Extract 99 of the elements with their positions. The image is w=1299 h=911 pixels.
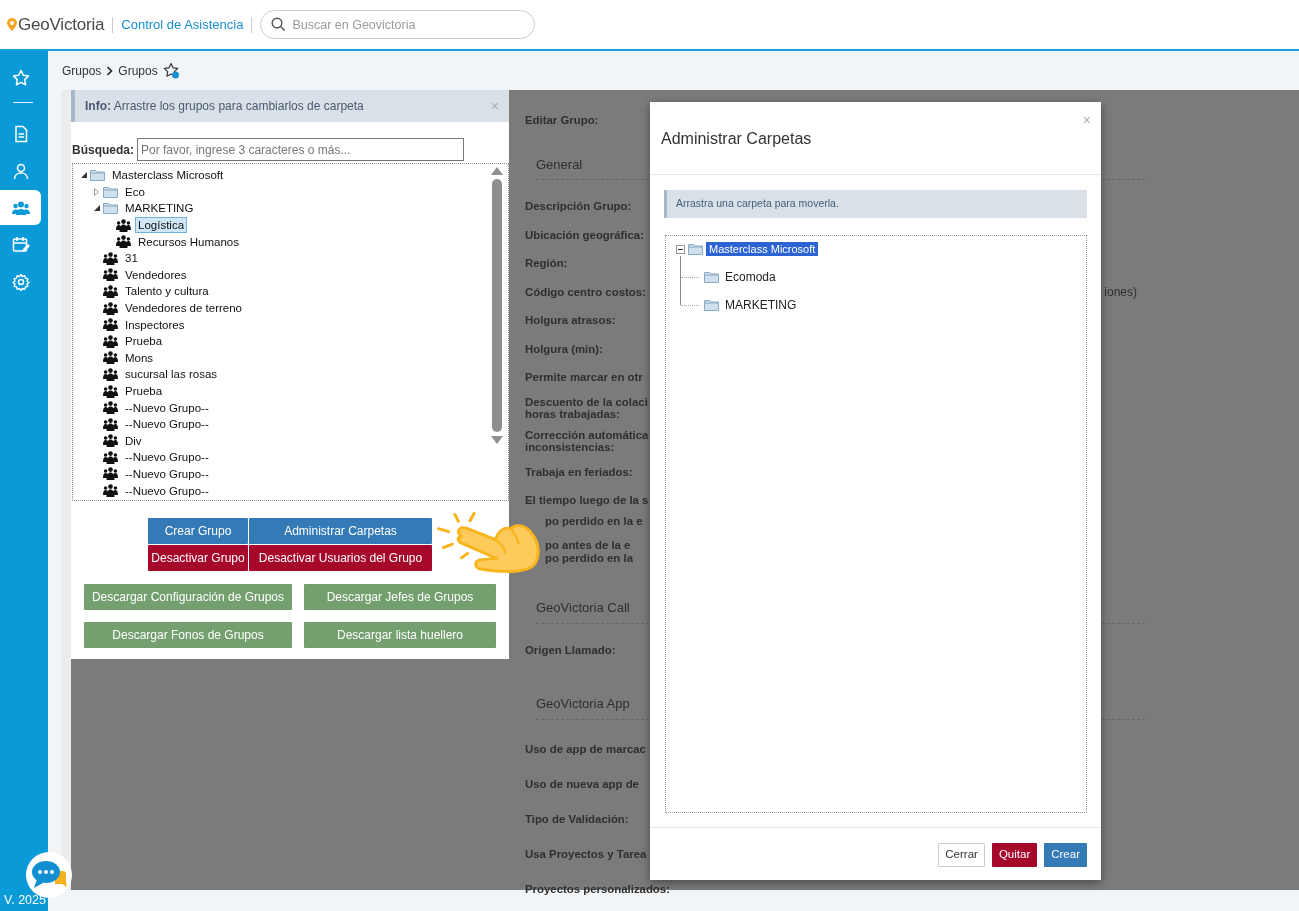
info-alert: Arrastra una carpeta para moverla. [664, 190, 1087, 218]
search-label: Búsqueda: [72, 141, 134, 159]
users-icon [103, 284, 118, 298]
group-label[interactable]: 31 [122, 250, 141, 267]
scrollbar-thumb[interactable] [492, 179, 502, 432]
users-icon [103, 467, 118, 481]
action-button[interactable]: Administrar Carpetas [249, 518, 432, 544]
dialog-button[interactable]: Cerrar [938, 843, 985, 867]
action-button[interactable]: Desactivar Grupo [148, 545, 248, 571]
expand-arrow-icon[interactable] [94, 187, 99, 196]
folder-label[interactable]: MARKETING [722, 298, 800, 312]
star-icon [11, 68, 30, 87]
dialog-button[interactable]: Quitar [991, 843, 1038, 867]
group-label[interactable]: Inspectores [122, 316, 188, 333]
scroll-up-icon[interactable] [491, 167, 503, 175]
group-label[interactable]: Prueba [122, 333, 166, 350]
action-button[interactable]: Crear Grupo [148, 518, 248, 544]
users-icon [103, 384, 118, 398]
form-title: Editar Grupo: [525, 114, 599, 127]
module-title[interactable]: Control de Asistencia [121, 14, 244, 35]
users-icon [103, 268, 118, 282]
users-icon [103, 367, 118, 381]
group-label[interactable]: --Nuevo Grupo-- [122, 482, 212, 499]
field-label: Origen Llamado: [525, 643, 616, 656]
field-label: po perdido en la e [545, 514, 643, 527]
group-label[interactable]: --Nuevo Grupo-- [122, 399, 212, 416]
users-nav-item[interactable] [0, 190, 41, 225]
group-label[interactable]: Vendedores [122, 266, 190, 283]
group-label[interactable]: Talento y cultura [122, 283, 212, 300]
user-icon [11, 161, 30, 180]
folder-icon [103, 202, 118, 215]
group-label[interactable]: --Nuevo Grupo-- [122, 466, 212, 482]
field-label: Descripción Grupo: [525, 200, 632, 213]
folder-label[interactable]: Eco [122, 183, 148, 200]
collapse-box-icon[interactable] [676, 244, 685, 254]
group-label[interactable]: Logística [135, 217, 188, 234]
group-label[interactable]: sucursal las rosas [122, 366, 221, 383]
dialog-title: Administrar Carpetas [661, 130, 812, 147]
collapse-arrow-icon[interactable] [80, 172, 87, 179]
users-icon [103, 251, 118, 265]
folder-icon [103, 185, 118, 198]
group-label[interactable]: Vendedores de terreno [122, 300, 245, 317]
group-label[interactable]: Prueba [122, 383, 166, 399]
search-field[interactable]: Buscar en Geovictoria [260, 10, 536, 39]
field-label: po antes de la e po perdido en la [545, 539, 633, 564]
group-label[interactable]: --Nuevo Grupo-- [122, 416, 212, 433]
field-label: Tipo de Validación: [525, 813, 629, 826]
folder-label[interactable]: Masterclass Microsoft [109, 167, 227, 184]
field-label: Ubicación geográfica: [525, 228, 644, 241]
action-button[interactable]: Desactivar Usuarios del Grupo [249, 545, 432, 571]
calendar-edit-icon [11, 235, 30, 254]
field-label: Uso de nueva app de [525, 778, 639, 791]
users-icon [103, 450, 118, 464]
folder-icon [704, 271, 719, 283]
group-label[interactable]: Div [122, 432, 145, 449]
brand-name: GeoVictoria [18, 13, 105, 36]
users-icon [103, 434, 118, 448]
folder-icon [704, 299, 719, 311]
folder-label[interactable]: MARKETING [122, 200, 197, 217]
chevron-right-icon [106, 65, 114, 76]
users-icon [103, 401, 118, 415]
field-label: Uso de app de marcac [525, 743, 646, 756]
favorite-star-icon[interactable] [162, 61, 181, 80]
group-label[interactable]: Recursos Humanos [135, 233, 242, 250]
group-label[interactable]: --Nuevo Grupo-- [122, 449, 212, 466]
field-label: Holgura atrasos: [525, 314, 616, 327]
users-icon [103, 351, 118, 365]
location-pin-icon [6, 17, 18, 32]
field-label: Región: [525, 257, 568, 270]
users-icon [103, 417, 118, 431]
breadcrumb-link[interactable]: Grupos [62, 61, 102, 80]
users-icon [116, 235, 131, 249]
users-icon [103, 301, 118, 315]
users-icon [103, 484, 118, 498]
field-label: Corrección automática inconsistencias: [525, 428, 649, 454]
field-label: El tiempo luego de la s [525, 494, 649, 507]
search-field[interactable]: Por favor, ingrese 3 caracteres o más... [137, 138, 464, 161]
field-label: Trabaja en feriados: [525, 465, 633, 478]
users-icon [103, 318, 118, 332]
folder-label[interactable]: Masterclass Microsoft [706, 242, 819, 256]
field-label: Permite marcar en otr [525, 371, 643, 384]
folder-label[interactable]: Ecomoda [722, 270, 779, 284]
field-note: iones) [1104, 285, 1138, 298]
users-icon [116, 218, 131, 232]
field-label: Holgura (min): [525, 342, 603, 355]
field-label: Usa Proyectos y Tarea [525, 848, 647, 861]
group-label[interactable]: Mons [122, 349, 157, 366]
info-text: Info: Arrastre los grupos para cambiarlos de carpeta [85, 98, 364, 115]
dialog-button[interactable]: Crear [1044, 843, 1087, 867]
search-icon [271, 17, 287, 32]
breadcrumb-link[interactable]: Grupos [118, 61, 158, 80]
users-icon [103, 334, 118, 348]
collapse-arrow-icon[interactable] [93, 205, 100, 212]
settings-icon [11, 272, 30, 291]
scroll-down-icon[interactable] [491, 436, 503, 444]
field-label: Descuento de la colaci horas trabajadas: [525, 395, 648, 421]
folder-icon [90, 169, 105, 182]
field-label: Código centro costos: [525, 285, 646, 298]
folder-icon [688, 243, 703, 255]
